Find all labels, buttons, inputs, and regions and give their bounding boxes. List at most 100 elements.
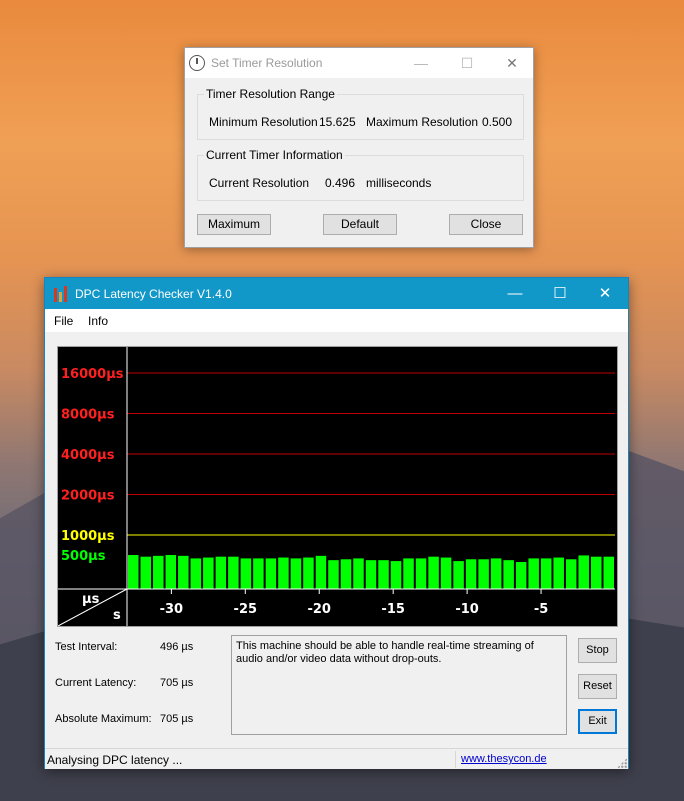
latency-bar <box>428 556 439 589</box>
current-latency-label: Current Latency: <box>55 677 137 689</box>
close-button[interactable]: Close <box>449 214 523 235</box>
timer-window-title: Set Timer Resolution <box>211 56 323 70</box>
timer-resolution-window: Set Timer Resolution — ☐ ✕ Timer Resolut… <box>184 47 534 248</box>
latency-bar <box>178 555 189 589</box>
maximize-button[interactable]: ☐ <box>444 48 490 78</box>
y-threshold-label: 4000µs <box>61 448 115 463</box>
latency-bar <box>328 560 339 589</box>
dpc-window-title: DPC Latency Checker V1.4.0 <box>75 286 232 301</box>
range-group: Timer Resolution Range Minimum Resolutio… <box>197 87 524 140</box>
dpc-titlebar[interactable]: DPC Latency Checker V1.4.0 — ☐ ✕ <box>45 278 628 309</box>
y-unit-label: µs <box>82 592 100 607</box>
latency-bar <box>203 557 214 589</box>
absolute-max-label: Absolute Maximum: <box>55 713 152 725</box>
test-interval-value: 496 µs <box>160 641 194 653</box>
clock-icon <box>189 55 205 71</box>
x-tick-label: -10 <box>455 602 479 617</box>
latency-bar <box>253 558 264 589</box>
latency-bar <box>353 558 364 589</box>
latency-bar <box>190 558 202 589</box>
latency-bar <box>228 556 239 589</box>
latency-bar <box>565 559 577 589</box>
maximize-button[interactable]: ☐ <box>537 278 583 309</box>
latency-bar <box>315 555 327 589</box>
max-resolution-label: Maximum Resolution <box>366 115 479 129</box>
current-group-label: Current Timer Information <box>204 148 345 162</box>
x-unit-label: s <box>113 608 121 623</box>
website-link[interactable]: www.thesycon.de <box>461 753 547 765</box>
min-resolution-value: 15.625 <box>319 115 356 129</box>
x-tick-label: -30 <box>160 602 184 617</box>
status-separator <box>455 751 456 768</box>
menu-info[interactable]: Info <box>88 314 108 328</box>
latency-bar <box>478 559 489 589</box>
y-threshold-label: 500µs <box>61 549 106 564</box>
y-threshold-label: 1000µs <box>61 529 115 544</box>
latency-bar <box>540 558 552 589</box>
latency-bar <box>153 555 164 589</box>
latency-bar <box>528 558 539 589</box>
status-text: Analysing DPC latency ... <box>47 753 183 767</box>
close-window-button[interactable]: ✕ <box>489 48 535 78</box>
timer-titlebar[interactable]: Set Timer Resolution — ☐ ✕ <box>185 48 533 78</box>
latency-bar <box>365 560 377 589</box>
latency-bar <box>453 561 464 589</box>
menu-file[interactable]: File <box>54 314 73 328</box>
current-info-group: Current Timer Information Current Resolu… <box>197 148 524 201</box>
latency-bar <box>603 556 614 589</box>
latency-bar <box>140 556 152 589</box>
latency-bar <box>553 557 564 589</box>
minimize-button[interactable]: — <box>398 48 444 78</box>
reset-button[interactable]: Reset <box>578 674 617 699</box>
x-tick-label: -25 <box>234 602 258 617</box>
latency-bar <box>340 559 352 589</box>
test-interval-label: Test Interval: <box>55 641 118 653</box>
minimize-button[interactable]: — <box>492 278 538 309</box>
latency-bar <box>440 557 452 589</box>
status-bar: Analysing DPC latency ... www.thesycon.d… <box>45 748 628 769</box>
latency-bar <box>378 560 389 589</box>
exit-button[interactable]: Exit <box>578 709 617 734</box>
max-resolution-value: 0.500 <box>482 115 513 129</box>
latency-bar <box>290 558 302 589</box>
latency-bar <box>240 558 252 589</box>
current-resolution-value: 0.496 <box>325 176 356 190</box>
latency-bar <box>503 560 514 589</box>
close-window-button[interactable]: ✕ <box>582 278 628 309</box>
latency-bar <box>278 557 289 589</box>
latency-bar <box>515 561 527 589</box>
latency-bar <box>215 556 227 589</box>
current-resolution-label: Current Resolution <box>209 176 310 190</box>
x-tick-label: -5 <box>534 602 548 617</box>
dpc-latency-window: DPC Latency Checker V1.4.0 — ☐ ✕ File In… <box>44 277 629 769</box>
stop-button[interactable]: Stop <box>578 638 617 663</box>
latency-bar <box>403 558 414 589</box>
absolute-max-value: 705 µs <box>160 713 194 725</box>
x-tick-label: -20 <box>307 602 331 617</box>
range-group-label: Timer Resolution Range <box>204 87 337 101</box>
resize-grip[interactable] <box>617 758 627 768</box>
current-latency-value: 705 µs <box>160 677 194 689</box>
maximum-button[interactable]: Maximum <box>197 214 271 235</box>
latency-bar <box>490 558 502 589</box>
y-threshold-label: 16000µs <box>61 367 124 382</box>
latency-bar <box>128 555 139 589</box>
current-resolution-unit: milliseconds <box>366 176 432 190</box>
latency-bar <box>303 557 314 589</box>
latency-chart: 16000µs 8000µs 4000µs 2000µs 1000µs 500µs µs s -… <box>57 346 618 627</box>
bar-chart-icon <box>53 285 69 302</box>
latency-bar <box>415 558 427 589</box>
result-message: This machine should be able to handle re… <box>231 635 567 735</box>
latency-bar <box>465 559 477 589</box>
latency-bar <box>390 561 402 589</box>
y-threshold-label: 2000µs <box>61 489 115 504</box>
menu-bar: File Info <box>45 309 628 333</box>
default-button[interactable]: Default <box>323 214 397 235</box>
latency-bar <box>590 556 602 589</box>
y-threshold-label: 8000µs <box>61 408 115 423</box>
x-tick-label: -15 <box>381 602 405 617</box>
min-resolution-label: Minimum Resolution <box>209 115 318 129</box>
latency-bar <box>265 558 277 589</box>
latency-chart-svg: 16000µs 8000µs 4000µs 2000µs 1000µs 500µs µss -… <box>58 347 615 626</box>
latency-bar <box>165 555 177 589</box>
